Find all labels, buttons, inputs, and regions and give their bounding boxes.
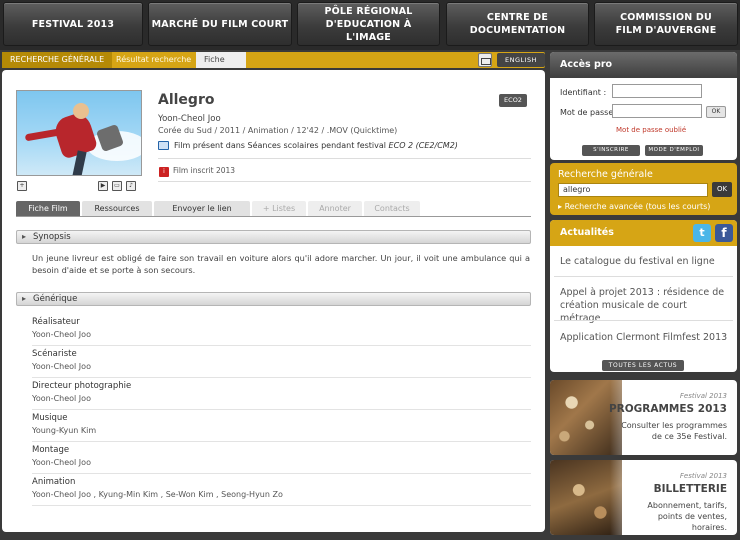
password-input[interactable] — [612, 104, 702, 118]
billetterie-promo[interactable]: Festival 2013 BILLETTERIE Abonnement, ta… — [550, 460, 737, 535]
tab-ressources[interactable]: Ressources — [82, 201, 152, 216]
credit-row: Réalisateur Yoon-Cheol Joo — [32, 314, 531, 346]
tab-underline — [16, 216, 531, 217]
top-navigation: FESTIVAL 2013 MARCHÉ DU FILM COURT PÔLE … — [0, 0, 740, 50]
film-meta: Corée du Sud / 2011 / Animation / 12'42 … — [158, 126, 398, 135]
poster-head — [73, 103, 89, 119]
credit-name[interactable]: Yoon-Cheol Joo — [32, 330, 531, 339]
promo-kicker: Festival 2013 — [679, 472, 727, 480]
news-item[interactable]: Le catalogue du festival en ligne — [560, 255, 728, 268]
credit-row: Animation Yoon-Cheol Joo , Kyung-Min Kim… — [32, 474, 531, 506]
advanced-search-label: Recherche avancée (tous les courts) — [564, 202, 711, 211]
divider — [158, 158, 531, 159]
credit-role: Réalisateur — [32, 317, 80, 327]
synopsis-text: Un jeune livreur est obligé de faire son… — [32, 253, 530, 275]
credit-row: Musique Young-Kyun Kim — [32, 410, 531, 442]
howto-button[interactable]: MODE D'EMPLOI — [645, 145, 703, 156]
programmes-promo[interactable]: Festival 2013 PROGRAMMES 2013 Consulter … — [550, 380, 737, 455]
breadcrumb: RECHERCHE GÉNÉRALE Résultat recherche Fi… — [2, 52, 545, 80]
nav-festival-2013[interactable]: FESTIVAL 2013 — [3, 2, 143, 46]
credits-header[interactable]: Générique — [16, 292, 531, 306]
credit-role: Musique — [32, 413, 68, 423]
credit-name[interactable]: Young-Kyun Kim — [32, 426, 531, 435]
tab-contacts[interactable]: Contacts — [364, 201, 420, 216]
news-panel: Actualités t f Le catalogue du festival … — [550, 220, 737, 372]
all-news-button[interactable]: TOUTES LES ACTUS — [602, 360, 684, 371]
credit-row: Montage Yoon-Cheol Joo — [32, 442, 531, 474]
film-title: Allegro — [158, 92, 215, 108]
film-poster-image — [16, 90, 142, 176]
credit-name[interactable]: Yoon-Cheol Joo — [32, 362, 531, 371]
english-button[interactable]: ENGLISH — [497, 53, 545, 67]
print-icon[interactable] — [478, 53, 492, 67]
nav-centre-documentation[interactable]: CENTRE DE DOCUMENTATION — [446, 2, 589, 46]
nav-marche-du-film[interactable]: MARCHÉ DU FILM COURT — [148, 2, 292, 46]
promo-description: Consulter les programmes de ce 35e Festi… — [621, 421, 727, 441]
nav-pole-regional[interactable]: PÔLE RÉGIONAL D'EDUCATION À L'IMAGE — [297, 2, 440, 46]
divider — [158, 181, 531, 182]
promo-title: BILLETTERIE — [653, 483, 727, 495]
school-screening-text: Film présent dans Séances scolaires pend… — [174, 141, 458, 150]
play-icon[interactable]: ▶ — [98, 181, 108, 191]
divider — [554, 320, 733, 321]
facebook-icon[interactable]: f — [715, 224, 733, 242]
synopsis-header[interactable]: Synopsis — [16, 230, 531, 244]
search-input[interactable]: allegro — [558, 183, 708, 197]
news-header: Actualités t f — [550, 220, 737, 246]
school-screening-program: ECO 2 (CE2/CM2) — [388, 141, 458, 150]
school-screening-icon — [158, 141, 169, 150]
search-panel: Recherche générale allegro OK ▸ Recherch… — [550, 163, 737, 215]
film-inscrit-status: Film inscrit 2013 — [173, 166, 236, 175]
eco-badge: ECO2 — [499, 94, 527, 107]
info-icon: i — [159, 167, 169, 177]
credit-name[interactable]: Yoon-Cheol Joo — [32, 394, 531, 403]
news-title: Actualités — [560, 227, 614, 238]
film-director[interactable]: Yoon-Cheol Joo — [158, 114, 221, 124]
acces-pro-title: Accès pro — [550, 52, 737, 78]
subtitles-icon[interactable]: ▭ — [112, 181, 122, 191]
news-item[interactable]: Application Clermont Filmfest 2013 — [560, 331, 728, 344]
login-label: Identifiant : — [560, 88, 607, 97]
credit-row: Scénariste Yoon-Cheol Joo — [32, 346, 531, 378]
credit-row: Directeur photographie Yoon-Cheol Joo — [32, 378, 531, 410]
tab-listes[interactable]: + Listes — [252, 201, 306, 216]
tab-envoyer-le-lien[interactable]: Envoyer le lien — [154, 201, 250, 216]
breadcrumb-current: Fiche film — [196, 52, 246, 80]
zoom-icon[interactable]: + — [17, 181, 27, 191]
login-input[interactable] — [612, 84, 702, 98]
tab-fiche-film[interactable]: Fiche Film — [16, 201, 80, 216]
register-button[interactable]: S'INSCRIRE — [582, 145, 640, 156]
credit-role: Animation — [32, 477, 76, 487]
credit-name[interactable]: Yoon-Cheol Joo , Kyung-Min Kim , Se-Won … — [32, 490, 531, 499]
acces-pro-panel: Accès pro Identifiant : Mot de passe : O… — [550, 52, 737, 160]
credit-role: Directeur photographie — [32, 381, 132, 391]
school-screening-label: Film présent dans Séances scolaires pend… — [174, 141, 389, 150]
promo-description: Abonnement, tarifs, points de ventes, ho… — [647, 501, 727, 532]
photo-fade — [610, 380, 650, 455]
forgot-password-link[interactable]: Mot de passe oublié — [616, 126, 686, 134]
film-tabs: Fiche Film Ressources Envoyer le lien + … — [16, 201, 420, 216]
tab-annoter[interactable]: Annoter — [308, 201, 362, 216]
search-title: Recherche générale — [558, 169, 653, 180]
password-label: Mot de passe : — [560, 108, 619, 117]
promo-kicker: Festival 2013 — [679, 392, 727, 400]
nav-commission-du-film[interactable]: COMMISSION DU FILM D'AUVERGNE — [594, 2, 738, 46]
promo-title: PROGRAMMES 2013 — [608, 403, 727, 415]
search-ok-button[interactable]: OK — [712, 182, 732, 197]
credit-role: Montage — [32, 445, 70, 455]
divider — [554, 276, 733, 277]
breadcrumb-results[interactable]: Résultat recherche — [108, 52, 199, 68]
advanced-search-link[interactable]: ▸ Recherche avancée (tous les courts) — [558, 202, 710, 211]
credit-name[interactable]: Yoon-Cheol Joo — [32, 458, 531, 467]
music-icon[interactable]: ♪ — [126, 181, 136, 191]
twitter-icon[interactable]: t — [693, 224, 711, 242]
credit-role: Scénariste — [32, 349, 77, 359]
film-detail-panel: + ▶ ▭ ♪ Allegro ECO2 Yoon-Cheol Joo Coré… — [2, 70, 545, 532]
login-ok-button[interactable]: OK — [706, 106, 726, 118]
breadcrumb-home[interactable]: RECHERCHE GÉNÉRALE — [2, 52, 113, 68]
